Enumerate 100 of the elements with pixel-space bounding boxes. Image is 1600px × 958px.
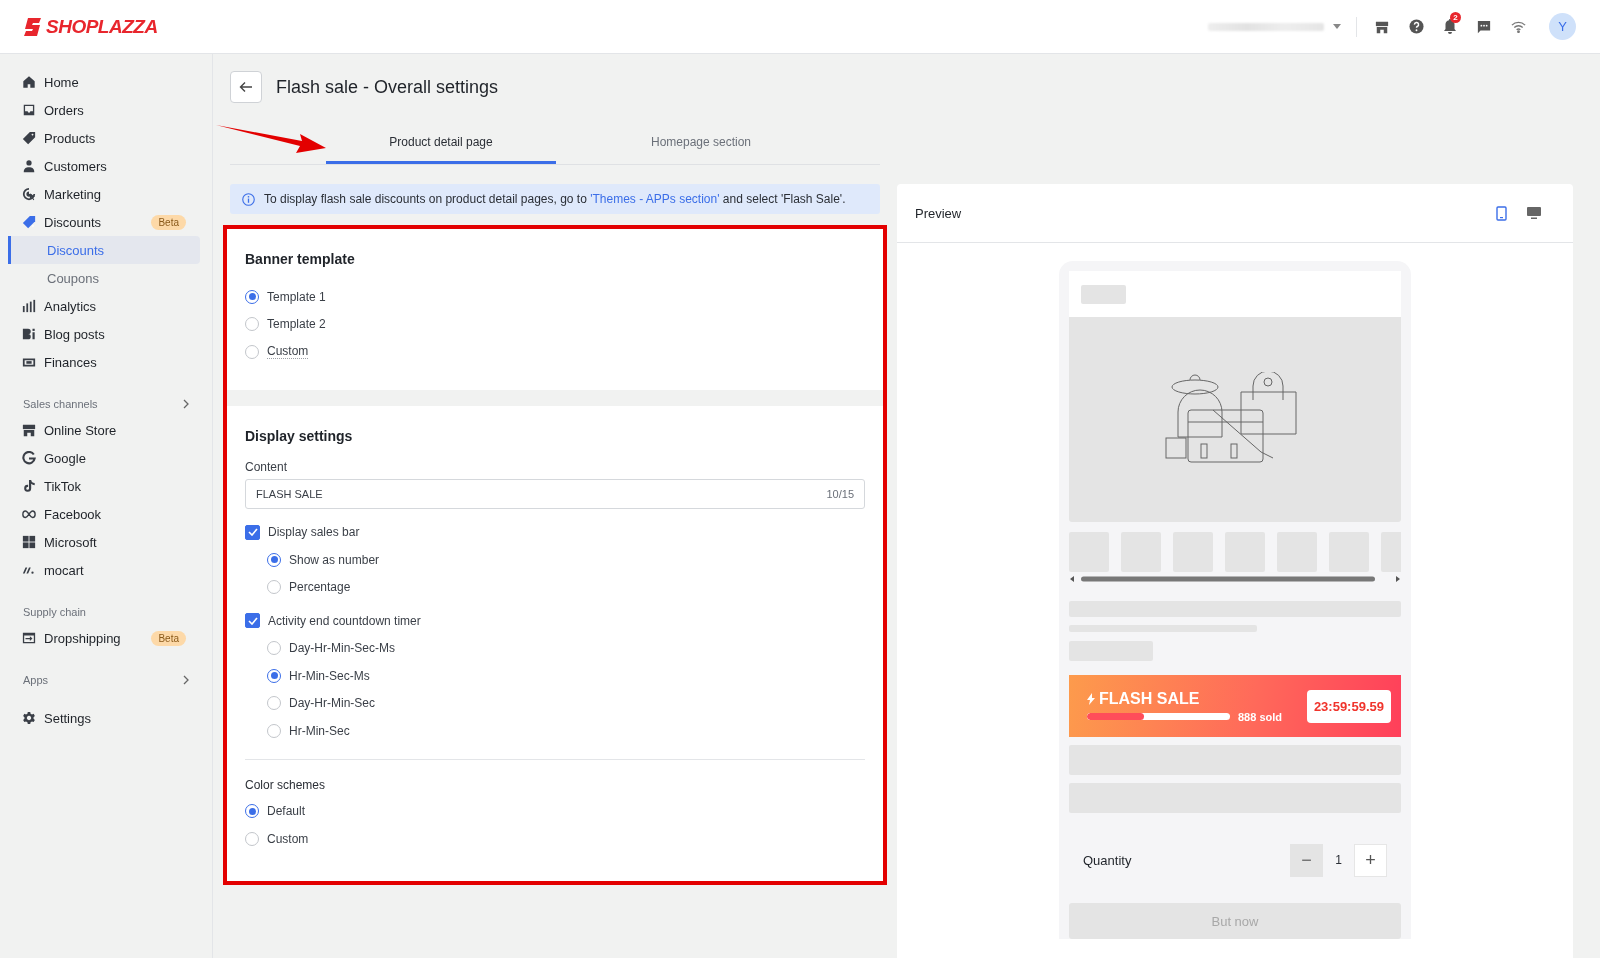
character-count: 10/15 (826, 487, 854, 500)
help-icon[interactable] (1408, 19, 1424, 34)
sidebar-item[interactable]: Orders (0, 96, 200, 124)
sidebar-item[interactable]: Facebook (0, 500, 200, 528)
radio-button[interactable] (267, 696, 281, 711)
themes-link[interactable]: 'Themes - APPs section' (590, 192, 720, 206)
radio-button[interactable] (245, 317, 259, 332)
radio-button[interactable] (267, 668, 281, 683)
radio-button[interactable] (245, 831, 259, 846)
sidebar-item[interactable]: TikTok (0, 472, 200, 500)
store-icon (22, 423, 36, 437)
sidebar-item[interactable]: Google (0, 444, 200, 472)
sidebar-item[interactable]: Discounts Beta (0, 208, 200, 236)
chat-icon[interactable] (1477, 19, 1491, 34)
item-label: Analytics (44, 298, 98, 314)
checkbox[interactable] (245, 613, 260, 629)
radio-button[interactable] (267, 641, 281, 656)
content-input[interactable]: FLASH SALE 10/15 (245, 478, 865, 509)
chevron-right-icon[interactable] (182, 675, 190, 685)
sidebar-subitem[interactable]: Discounts (8, 236, 200, 264)
card-title: Banner template (245, 251, 356, 267)
checkbox-label: Activity end countdown timer (268, 613, 421, 628)
section-header[interactable]: Apps (0, 664, 212, 692)
decrease-button[interactable]: − (1290, 843, 1323, 877)
item-label: Customers (44, 158, 108, 174)
music-note-icon (22, 479, 36, 493)
item-label: Settings (44, 710, 92, 726)
info-notice: To display flash sale discounts on product detail pages, go to 'Themes - APPs section' and select 'Flash Sale'. (264, 192, 846, 206)
caret-icon[interactable] (1332, 23, 1342, 30)
option-label: Hr-Min-Sec (289, 723, 350, 738)
skeleton-block (1081, 284, 1126, 304)
sidebar-item[interactable]: Dropshipping Beta (0, 624, 200, 652)
sidebar-item[interactable]: Analytics (0, 292, 200, 320)
back-arrow-icon (239, 81, 253, 93)
item-label: Orders (44, 102, 85, 118)
item-label: Products (44, 130, 97, 146)
radio-button[interactable] (245, 344, 259, 359)
sidebar-item[interactable]: mocart (0, 556, 200, 584)
back-button[interactable] (230, 71, 262, 103)
sidebar-item[interactable]: Marketing (0, 180, 200, 208)
tab[interactable]: Homepage section (586, 123, 816, 164)
monitor-icon[interactable] (1527, 206, 1541, 220)
chevron-right-icon[interactable] (182, 399, 190, 409)
wifi-icon[interactable] (1510, 20, 1526, 33)
sidebar-item[interactable]: Products (0, 124, 200, 152)
quantity-label: Quantity (1083, 852, 1133, 868)
item-label: Marketing (44, 186, 103, 202)
user-avatar[interactable]: Y (1549, 13, 1576, 40)
option-label: Percentage (289, 580, 351, 595)
gear-icon (22, 711, 36, 725)
panel-title: Preview (915, 205, 963, 221)
item-label: Google (44, 450, 87, 466)
field-label: Content (245, 459, 289, 474)
item-label: Microsoft (44, 534, 98, 550)
tag-icon (22, 131, 36, 145)
lightning-icon (1087, 692, 1095, 705)
person-icon (22, 159, 36, 173)
option-label: Custom (267, 344, 309, 360)
radio-button[interactable] (267, 723, 281, 738)
sidebar-item[interactable]: Blog posts (0, 320, 200, 348)
checkbox[interactable] (245, 524, 260, 540)
item-label: Online Store (44, 422, 118, 438)
discount-tag-icon (22, 215, 36, 229)
banner-title: FLASH SALE (1099, 689, 1200, 708)
import-icon (22, 631, 36, 645)
sidebar-item[interactable]: Customers (0, 152, 200, 180)
radio-button[interactable] (267, 580, 281, 595)
option-label: Template 2 (267, 317, 326, 332)
inbox-icon (22, 103, 36, 117)
item-label: TikTok (44, 478, 83, 494)
checkbox-label: Display sales bar (268, 525, 360, 540)
store-icon[interactable] (1375, 19, 1389, 34)
sidebar-item[interactable]: Settings (0, 704, 200, 732)
bar-chart-icon (22, 299, 36, 313)
item-label: Blog posts (44, 326, 106, 342)
bell-icon[interactable] (1443, 19, 1457, 34)
countdown-timer: 23:59:59.59 (1306, 689, 1391, 723)
sidebar-item[interactable]: Home (0, 68, 200, 96)
section-header[interactable]: Sales channels (0, 388, 212, 416)
radio-button[interactable] (267, 552, 281, 567)
sidebar-subitem[interactable]: Coupons (0, 264, 200, 292)
item-label: Home (44, 74, 80, 90)
phone-icon[interactable] (1496, 205, 1507, 221)
horizontal-scrollbar[interactable] (1069, 574, 1401, 584)
item-label: mocart (44, 562, 85, 578)
option-label: Template 1 (267, 289, 326, 304)
radio-button[interactable] (245, 804, 259, 819)
option-label: Show as number (289, 552, 380, 567)
quantity-value: 1 (1334, 853, 1343, 867)
sidebar-item[interactable]: Online Store (0, 416, 200, 444)
section-header[interactable]: Supply chain (0, 596, 212, 624)
info-icon (242, 192, 255, 206)
sidebar-item[interactable]: Microsoft (0, 528, 200, 556)
tab[interactable]: Product detail page (326, 123, 556, 164)
radio-button[interactable] (245, 289, 259, 304)
sidebar-item[interactable]: Finances (0, 348, 200, 376)
infinity-icon (22, 507, 36, 521)
item-label: Finances (44, 354, 98, 370)
increase-button[interactable]: + (1354, 843, 1387, 877)
card-title: Display settings (245, 427, 354, 444)
